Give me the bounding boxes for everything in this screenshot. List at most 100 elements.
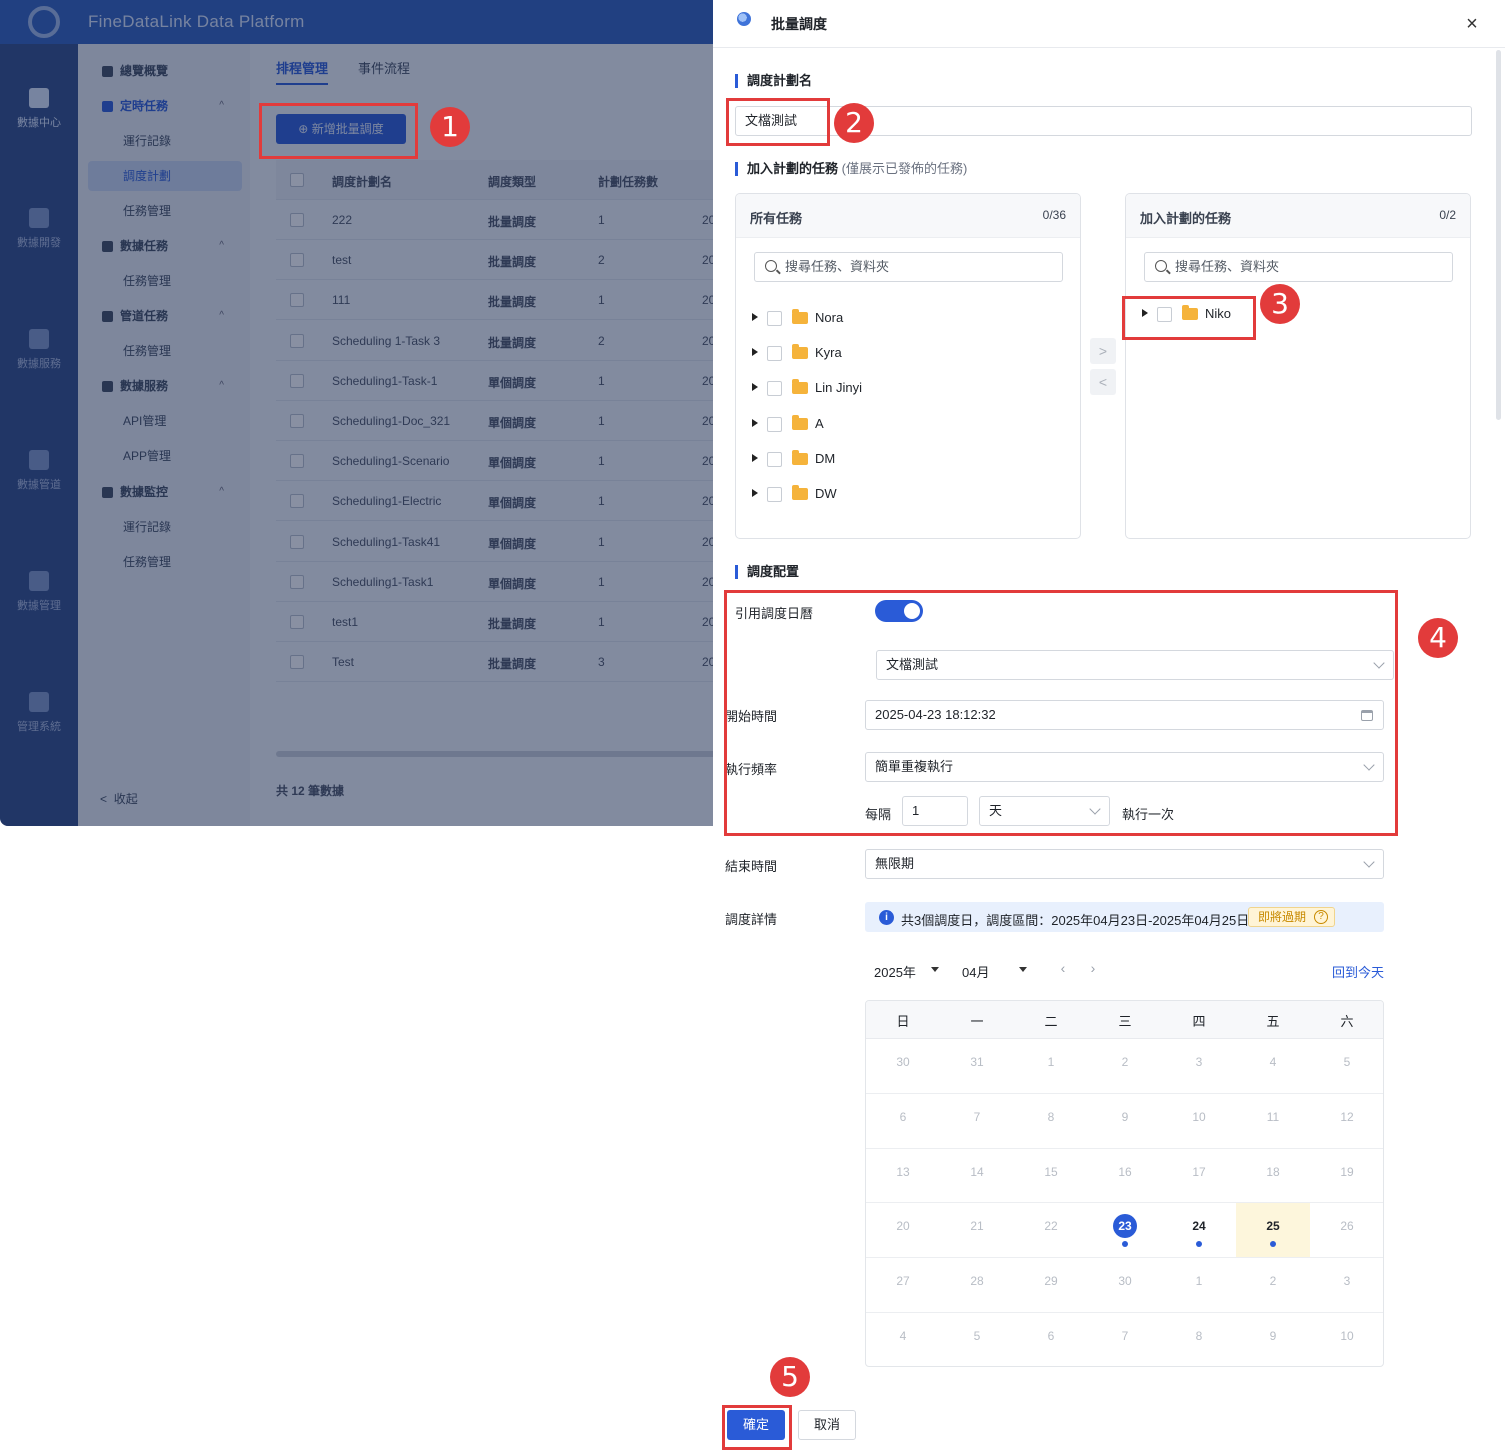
weekday-label: 五: [1266, 1014, 1280, 1029]
calendar-day-cell[interactable]: 2: [1236, 1258, 1310, 1312]
schedule-globe-icon: [737, 12, 751, 26]
calendar-day-cell[interactable]: 13: [866, 1149, 940, 1203]
caret-down-icon: [1019, 967, 1027, 972]
calendar-day-cell[interactable]: 26: [1310, 1203, 1383, 1257]
calendar-day-cell[interactable]: 31: [940, 1039, 1014, 1093]
cancel-button[interactable]: 取消: [798, 1410, 856, 1440]
calendar-day-cell[interactable]: 8: [1014, 1094, 1088, 1148]
calendar-day-cell[interactable]: 19: [1310, 1149, 1383, 1203]
calendar-day-cell[interactable]: 10: [1310, 1313, 1383, 1366]
folder-checkbox[interactable]: [767, 451, 782, 467]
expand-caret-icon[interactable]: [752, 489, 758, 497]
annotation-step-4: 4: [1418, 618, 1458, 658]
calendar-day-cell[interactable]: 30: [1088, 1258, 1162, 1312]
drawer-title: 批量調度: [771, 16, 827, 32]
year-select[interactable]: 2025年: [874, 962, 939, 981]
folder-icon: [792, 344, 808, 360]
move-right-button[interactable]: >: [1090, 338, 1116, 364]
calendar-day-cell[interactable]: 1: [1162, 1258, 1236, 1312]
calendar-day-cell[interactable]: 9: [1236, 1313, 1310, 1366]
calendar-day-cell[interactable]: 3: [1162, 1039, 1236, 1093]
folder-icon: [792, 485, 808, 500]
calendar-day-cell[interactable]: 11: [1236, 1094, 1310, 1148]
end-time-select[interactable]: 無限期: [865, 849, 1384, 879]
calendar-day-cell[interactable]: 29: [1014, 1258, 1088, 1312]
folder-checkbox[interactable]: [767, 311, 782, 326]
panel-header: 加入計劃的任務 0/2: [1126, 194, 1470, 238]
calendar-day-cell[interactable]: 7: [940, 1094, 1014, 1148]
calendar-week-row: 30 31 1 2 3 4 5: [866, 1039, 1383, 1094]
folder-icon: [792, 414, 808, 430]
calendar-day-cell[interactable]: 23: [1088, 1203, 1162, 1257]
move-left-button[interactable]: <: [1090, 369, 1116, 395]
weekday-header: 日一二三四五六: [866, 1001, 1383, 1039]
calendar-day-cell[interactable]: 20: [866, 1203, 940, 1257]
question-icon[interactable]: ?: [1314, 910, 1329, 924]
calendar-week-row: 13 14 15 16 17 18 19: [866, 1149, 1383, 1204]
prev-month-icon[interactable]: ‹: [1056, 960, 1070, 980]
calendar-day-cell[interactable]: 5: [940, 1313, 1014, 1366]
calendar-day-cell[interactable]: 21: [940, 1203, 1014, 1257]
calendar-day-cell[interactable]: 1: [1014, 1039, 1088, 1093]
folder-checkbox[interactable]: [767, 346, 782, 362]
calendar-day-cell[interactable]: 14: [940, 1149, 1014, 1203]
calendar-day-cell[interactable]: 6: [866, 1094, 940, 1148]
weekday-label: 一: [970, 1014, 984, 1029]
drawer-scrollbar[interactable]: [1496, 50, 1501, 420]
expand-caret-icon[interactable]: [752, 383, 758, 392]
calendar-day-cell[interactable]: 8: [1162, 1313, 1236, 1366]
weekday-label: 二: [1044, 1014, 1058, 1029]
calendar-day-cell[interactable]: 10: [1162, 1094, 1236, 1148]
folder-icon: [792, 449, 808, 465]
folder-checkbox[interactable]: [767, 416, 782, 432]
calendar-day-cell[interactable]: 25: [1236, 1203, 1310, 1258]
back-to-today-link[interactable]: 回到今天: [1332, 962, 1384, 981]
calendar-day-cell[interactable]: 12: [1310, 1094, 1383, 1148]
all-tasks-panel: 所有任務 0/36 搜尋任務、資料夾 Nora Kyra Lin Jinyi A DM D…: [735, 193, 1081, 539]
expand-caret-icon[interactable]: [752, 348, 758, 357]
calendar-day-cell[interactable]: 4: [1236, 1039, 1310, 1093]
calendar-body: 30 31 1 2 3 4 5 6 7 8 9 10 11 12 13 14 15 16 17 18 19 20 21 22 2…: [866, 1039, 1383, 1366]
calendar-day-cell[interactable]: 2: [1088, 1039, 1162, 1093]
next-month-icon[interactable]: ›: [1086, 960, 1100, 980]
weekday-label: 六: [1340, 1014, 1354, 1029]
calendar-day-cell[interactable]: 18: [1236, 1149, 1310, 1203]
tasks-section-label: 加入計劃的任務 (僅展示已發佈的任務): [735, 162, 967, 176]
expand-caret-icon[interactable]: [752, 313, 758, 321]
chevron-down-icon: [1363, 856, 1375, 868]
calendar-week-row: 6 7 8 9 10 11 12: [866, 1094, 1383, 1149]
calendar-day-cell[interactable]: 28: [940, 1258, 1014, 1312]
calendar-day-cell[interactable]: 16: [1088, 1149, 1162, 1203]
annotation-box-4: [724, 590, 1398, 836]
folder-checkbox[interactable]: [767, 487, 782, 502]
expiring-badge: 即將過期?: [1248, 907, 1336, 927]
calendar-day-cell[interactable]: 7: [1088, 1313, 1162, 1366]
all-tasks-search-input[interactable]: 搜尋任務、資料夾: [754, 252, 1063, 282]
calendar-day-cell[interactable]: 27: [866, 1258, 940, 1312]
annotation-step-1: 1: [430, 107, 470, 147]
folder-checkbox[interactable]: [767, 381, 782, 397]
calendar-day-cell[interactable]: 24: [1162, 1203, 1236, 1257]
config-section-label: 調度配置: [735, 565, 799, 579]
calendar-day-cell[interactable]: 9: [1088, 1094, 1162, 1148]
caret-down-icon: [931, 967, 939, 972]
calendar-day-cell[interactable]: 15: [1014, 1149, 1088, 1203]
calendar-week-row: 27 28 29 30 1 2 3: [866, 1258, 1383, 1313]
calendar-day-cell[interactable]: 6: [1014, 1313, 1088, 1366]
close-icon[interactable]: ×: [1462, 14, 1482, 34]
month-select[interactable]: 04月: [962, 962, 1027, 981]
expand-caret-icon[interactable]: [752, 418, 758, 427]
annotation-step-5: 5: [770, 1357, 810, 1397]
calendar-day-cell[interactable]: 5: [1310, 1039, 1383, 1093]
schedule-calendar: 日一二三四五六 30 31 1 2 3 4 5 6 7 8 9 10 11 12 13 14 15 16 17 18 1…: [865, 1000, 1384, 1367]
calendar-day-cell[interactable]: 17: [1162, 1149, 1236, 1203]
calendar-day-cell[interactable]: 30: [866, 1039, 940, 1093]
annotation-box-1: [259, 103, 418, 159]
schedule-detail-bar: i 共3個調度日，調度區間：2025年04月23日-2025年04月25日 即將…: [865, 902, 1384, 932]
calendar-day-cell[interactable]: 22: [1014, 1203, 1088, 1257]
calendar-day-cell[interactable]: 3: [1310, 1258, 1383, 1312]
selected-tasks-search-input[interactable]: 搜尋任務、資料夾: [1144, 252, 1453, 282]
calendar-day-cell[interactable]: 4: [866, 1313, 940, 1366]
expand-caret-icon[interactable]: [752, 453, 758, 462]
annotation-box-5: [722, 1405, 792, 1450]
